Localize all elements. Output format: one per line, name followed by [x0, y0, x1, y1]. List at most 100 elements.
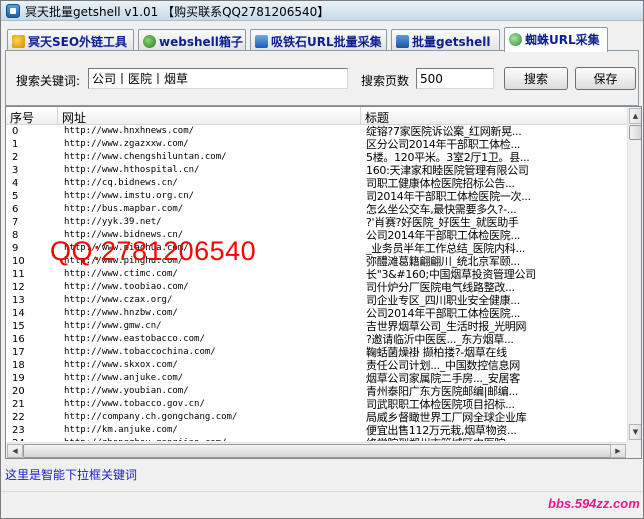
app-window: 冥天批量getshell v1.01 【购买联系QQ2781206540】 冥天…: [0, 0, 644, 519]
horizontal-scrollbar[interactable]: ◀ ▶: [6, 442, 627, 458]
scroll-left-arrow-icon[interactable]: ◀: [7, 444, 23, 458]
tab-spider-url[interactable]: 蜘蛛URL采集: [504, 27, 608, 52]
table-row[interactable]: 7 http://yyk.39.net/ ?'肖赛?好医院_好医生_就医助手: [6, 216, 627, 229]
table-row[interactable]: 1 http://www.zgazxxw.com/区分公司2014年干部职工体检.…: [6, 138, 627, 151]
status-hint: 这里是智能下拉框关键词: [5, 468, 138, 482]
row-url: http://www.hnzbw.com/: [64, 308, 178, 318]
row-index: 20: [12, 386, 25, 397]
column-header-url[interactable]: 网址: [58, 107, 361, 125]
window-title: 冥天批量getshell v1.01 【购买联系QQ2781206540】: [25, 5, 330, 19]
horizontal-scroll-thumb[interactable]: [23, 444, 611, 458]
row-title: 怎么坐公交车,最快需要多久?-...: [366, 203, 517, 216]
row-title: 青州泰阳广东方医院邮编|邮编...: [366, 385, 519, 398]
row-url: http://www.tobacco.gov.cn/: [64, 399, 205, 409]
row-index: 12: [12, 282, 25, 293]
table-row[interactable]: 13 http://www.czax.org/司企业专区_四川职业安全健康...: [6, 294, 627, 307]
app-icon: [6, 4, 20, 18]
row-index: 7: [12, 217, 19, 228]
table-row[interactable]: 5 http://www.imstu.org.cn/司2014年干部职工体检医院一…: [6, 190, 627, 203]
pages-input[interactable]: [416, 68, 494, 89]
shield-icon: [396, 35, 409, 48]
row-index: 5: [12, 191, 19, 202]
table-row[interactable]: 11 http://www.ctimc.com/长"3&#160;中国烟草投资管理…: [6, 268, 627, 281]
row-title: 160:天津家和睦医院管理有限公司: [366, 164, 529, 177]
vertical-scroll-thumb[interactable]: [629, 125, 641, 140]
row-url: http://www.ctimc.com/: [64, 269, 178, 279]
spider-icon: [509, 33, 522, 46]
row-title: 终学院到郑州市管城区中医院...: [366, 437, 626, 441]
divider: [1, 491, 643, 492]
row-index: 1: [12, 139, 19, 150]
row-url: http://www.gmw.cn/: [64, 321, 162, 331]
table-row[interactable]: 0 http://www.hnxhnews.com/绽镕?7家医院诉讼案_红网新晃…: [6, 125, 627, 138]
row-index: 19: [12, 373, 25, 384]
table-row[interactable]: 4 http://cq.bidnews.cn/司职工健康体检医院招标公告...: [6, 177, 627, 190]
table-row[interactable]: 15 http://www.gmw.cn/吉世界烟草公司_生活时报_光明网: [6, 320, 627, 333]
scroll-corner: [627, 442, 641, 458]
vertical-scrollbar[interactable]: ▲ ▼: [627, 107, 641, 442]
scroll-down-arrow-icon[interactable]: ▼: [629, 424, 641, 440]
table-row[interactable]: 6 http://bus.mapbar.com/怎么坐公交车,最快需要多久?-..…: [6, 203, 627, 216]
site-watermark: bbs.594zz.com: [548, 496, 640, 511]
table-row[interactable]: 18 http://www.skxox.com/责任公司计划..._中国数控信息网: [6, 359, 627, 372]
tab-webshell-box[interactable]: webshell箱子: [138, 29, 246, 51]
table-row[interactable]: 12 http://www.toobiao.com/司什炉分厂医院电气线路整改..…: [6, 281, 627, 294]
row-url: http://cq.bidnews.cn/: [64, 178, 178, 188]
table-row[interactable]: 24 http://zhengzhou.gongjiao.com/终学院到郑州市管…: [6, 437, 627, 441]
row-title: 便宜出售112万元栽,烟草物资...: [366, 424, 517, 437]
table-row[interactable]: 14 http://www.hnzbw.com/公司2014年干部职工体检医院..…: [6, 307, 627, 320]
row-url: http://www.chengshiluntan.com/: [64, 152, 227, 162]
table-row[interactable]: 23 http://km.anjuke.com/便宜出售112万元栽,烟草物资..…: [6, 424, 627, 437]
row-index: 4: [12, 178, 19, 189]
row-url: http://km.anjuke.com/: [64, 425, 178, 435]
row-url: http://www.czax.org/: [64, 295, 173, 305]
row-title: 公司2014年干部职工体检医院...: [366, 229, 521, 242]
row-title: 司什炉分厂医院电气线路整改...: [366, 281, 515, 294]
save-button[interactable]: 保存: [575, 67, 636, 90]
table-row[interactable]: 2 http://www.chengshiluntan.com/5楼。120平米。…: [6, 151, 627, 164]
table-row[interactable]: 16 http://www.eastobacco.com/ ?邀请临沂中医医..._…: [6, 333, 627, 346]
row-title: 司企业专区_四川职业安全健康...: [366, 294, 520, 307]
row-title: 吉世界烟草公司_生活时报_光明网: [366, 320, 527, 333]
table-row[interactable]: 20 http://www.youbian.com/青州泰阳广东方医院邮编|邮编.…: [6, 385, 627, 398]
table-row[interactable]: 8 http://www.bidnews.cn/公司2014年干部职工体检医院..…: [6, 229, 627, 242]
title-bar[interactable]: 冥天批量getshell v1.01 【购买联系QQ2781206540】: [1, 1, 643, 21]
row-index: 9: [12, 243, 19, 254]
search-button[interactable]: 搜索: [504, 67, 568, 90]
keyword-label: 搜索关键词:: [16, 74, 81, 88]
table-row[interactable]: 17 http://www.tobaccochina.com/鞠蛞菌燥褂 撷柏搂?…: [6, 346, 627, 359]
table-row[interactable]: 3 http://www.hthospital.cn/160:天津家和睦医院管理有…: [6, 164, 627, 177]
tab-seo-tool[interactable]: 冥天SEO外链工具: [7, 29, 134, 51]
scroll-right-arrow-icon[interactable]: ▶: [610, 444, 626, 458]
row-title: 长"3&#160;中国烟草投资管理公司: [366, 268, 536, 281]
row-url: http://www.imstu.org.cn/: [64, 191, 195, 201]
list-body: 0 http://www.hnxhnews.com/绽镕?7家医院诉讼案_红网新晃…: [6, 125, 627, 441]
row-index: 11: [12, 269, 25, 280]
row-title: 绽镕?7家医院诉讼案_红网新晃...: [366, 125, 522, 138]
keyword-input[interactable]: [88, 68, 348, 89]
gold-coin-icon: [12, 35, 25, 48]
column-header-index[interactable]: 序号: [6, 107, 58, 125]
tab-magnet-url[interactable]: 吸铁石URL批量采集: [250, 29, 387, 51]
row-title: 司职工健康体检医院招标公告...: [366, 177, 515, 190]
results-list[interactable]: 序号 网址 标题 0 http://www.hnxhnews.com/绽镕?7家医…: [5, 106, 642, 459]
scroll-up-arrow-icon[interactable]: ▲: [629, 108, 641, 124]
table-row[interactable]: 9 http://www.piaohua.com/ _业务员半年工作总结_医院内科.…: [6, 242, 627, 255]
tab-strip: 冥天SEO外链工具 webshell箱子 吸铁石URL批量采集 批量getshe…: [5, 27, 639, 52]
row-url: http://yyk.39.net/: [64, 217, 162, 227]
table-row[interactable]: 22 http://company.ch.gongchang.com/局威乡督瞰世…: [6, 411, 627, 424]
tab-batch-getshell[interactable]: 批量getshell: [391, 29, 500, 51]
row-title: 责任公司计划..._中国数控信息网: [366, 359, 520, 372]
row-index: 15: [12, 321, 25, 332]
row-url: http://www.skxox.com/: [64, 360, 178, 370]
table-row[interactable]: 21 http://www.tobacco.gov.cn/司武职职工体检医院项目招…: [6, 398, 627, 411]
row-title: ?'肖赛?好医院_好医生_就医助手: [366, 216, 519, 229]
globe-icon: [143, 35, 156, 48]
row-index: 10: [12, 256, 25, 267]
table-row[interactable]: 10 http://www.pinghu.com/弥醴滩葛籍翩翩川_统北京军颐..…: [6, 255, 627, 268]
table-row[interactable]: 19 http://www.anjuke.com/烟草公司家属院二手房..._安居…: [6, 372, 627, 385]
row-title: 鞠蛞菌燥褂 撷柏搂?-烟草在线: [366, 346, 507, 359]
column-header-title[interactable]: 标题: [361, 107, 627, 125]
search-panel: 搜索关键词: 搜索页数 搜索 保存: [5, 50, 639, 106]
row-index: 16: [12, 334, 25, 345]
